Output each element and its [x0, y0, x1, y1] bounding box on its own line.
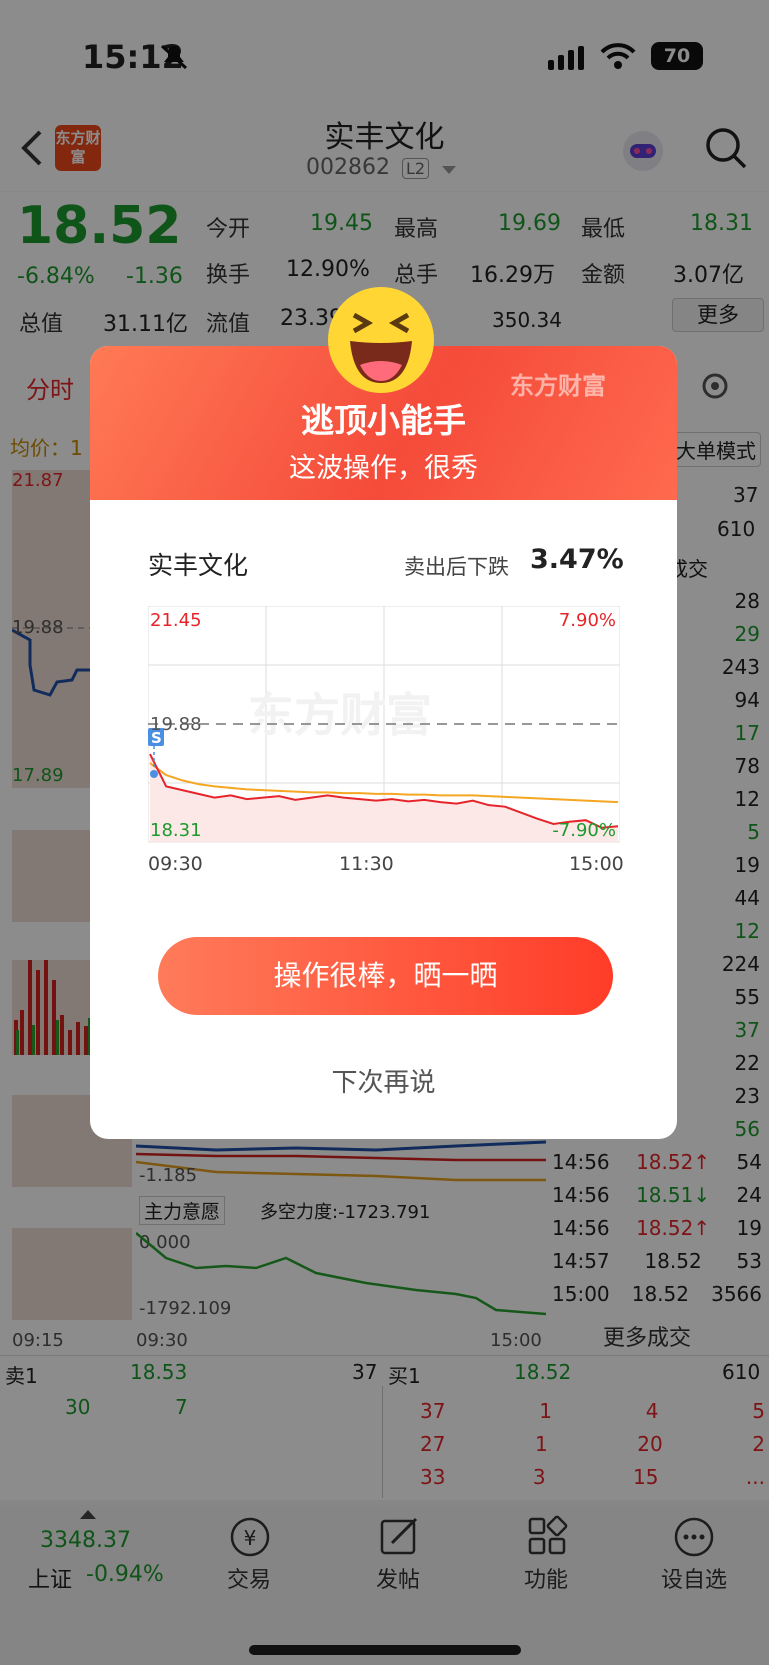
y-bottom-pct-label: -7.90% [552, 820, 616, 841]
laughing-emoji-icon [328, 287, 434, 393]
dismiss-later-link[interactable]: 下次再说 [90, 1062, 677, 1099]
x-tick-close: 15:00 [569, 853, 624, 875]
y-top-pct-label: 7.90% [559, 610, 616, 631]
achievement-modal: 东方财富 逃顶小能手 这波操作，很秀 实丰文化 卖出后下跌 3.47% 东方财富… [90, 346, 677, 1139]
share-button[interactable]: 操作很棒，晒一晒 [158, 937, 613, 1015]
x-tick-open: 09:30 [148, 853, 203, 875]
drop-label: 卖出后下跌 [404, 555, 509, 579]
home-indicator [249, 1645, 521, 1655]
modal-subtitle: 这波操作，很秀 [289, 453, 478, 484]
y-top-label: 21.45 [150, 610, 202, 631]
y-bottom-label: 18.31 [150, 820, 202, 841]
chart-watermark: 东方财富 [248, 688, 432, 742]
x-tick-mid: 11:30 [339, 853, 394, 875]
sell-marker-dot [150, 770, 158, 778]
intraday-chart: 东方财富 S 21.45 7.90% 19.88 18.31 -7.90% [148, 606, 620, 843]
modal-stock-name: 实丰文化 [148, 551, 249, 580]
modal-title: 逃顶小能手 [301, 401, 466, 440]
drop-value: 3.47% [530, 544, 624, 575]
y-mid-label: 19.88 [150, 714, 202, 735]
